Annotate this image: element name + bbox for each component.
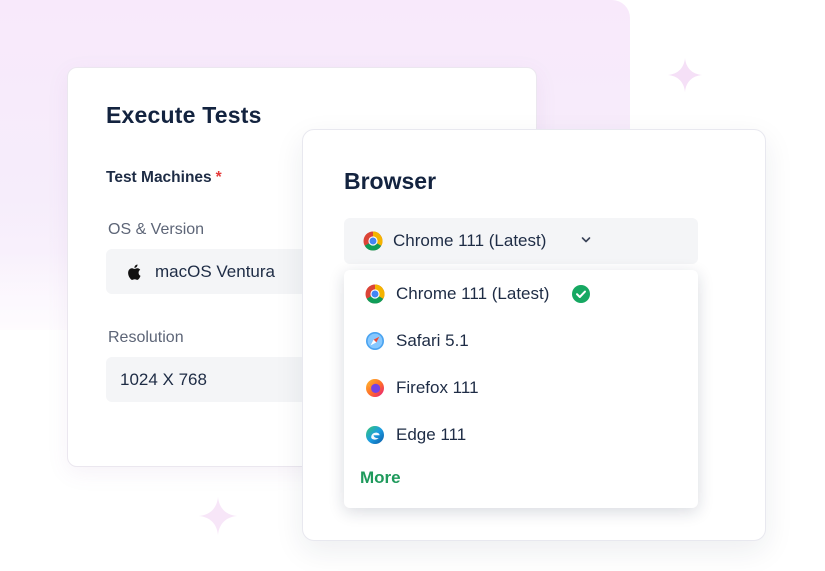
firefox-icon [366,379,384,397]
resolution-value: 1024 X 768 [120,370,207,389]
browser-card: Browser Chrome 111 (Latest) Chrome 111 (… [302,129,766,541]
browser-option-edge[interactable]: Edge 111 [344,413,698,457]
browser-dropdown-menu: Chrome 111 (Latest) Safari 5.1 Firefox 1… [344,270,698,508]
os-version-label: OS & Version [108,221,205,238]
chrome-icon [365,284,385,304]
required-asterisk: * [215,169,222,186]
browser-option-label: Safari 5.1 [396,331,469,350]
browser-option-label: Edge 111 [396,425,467,444]
sparkle-icon [199,497,237,535]
safari-icon [366,332,384,350]
browser-select-value: Chrome 111 (Latest) [393,231,547,250]
browser-title: Browser [344,168,437,194]
browser-option-chrome[interactable]: Chrome 111 (Latest) [344,272,698,316]
check-circle-icon [572,285,590,303]
test-machines-label: Test Machines * [106,169,222,187]
chrome-icon [363,231,383,251]
resolution-label: Resolution [108,329,184,346]
browser-option-firefox[interactable]: Firefox 111 [344,366,698,410]
more-browsers-link[interactable]: More [360,468,401,488]
apple-icon [128,264,141,280]
os-version-value: macOS Ventura [155,262,276,281]
browser-select[interactable]: Chrome 111 (Latest) [344,218,698,264]
edge-icon [366,426,384,444]
sparkle-icon [668,58,702,92]
browser-option-label: Chrome 111 (Latest) [396,284,550,303]
chevron-down-icon [581,237,591,243]
browser-option-safari[interactable]: Safari 5.1 [344,319,698,363]
test-machines-text: Test Machines [106,169,212,186]
execute-tests-title: Execute Tests [106,102,262,128]
browser-option-label: Firefox 111 [396,378,479,397]
